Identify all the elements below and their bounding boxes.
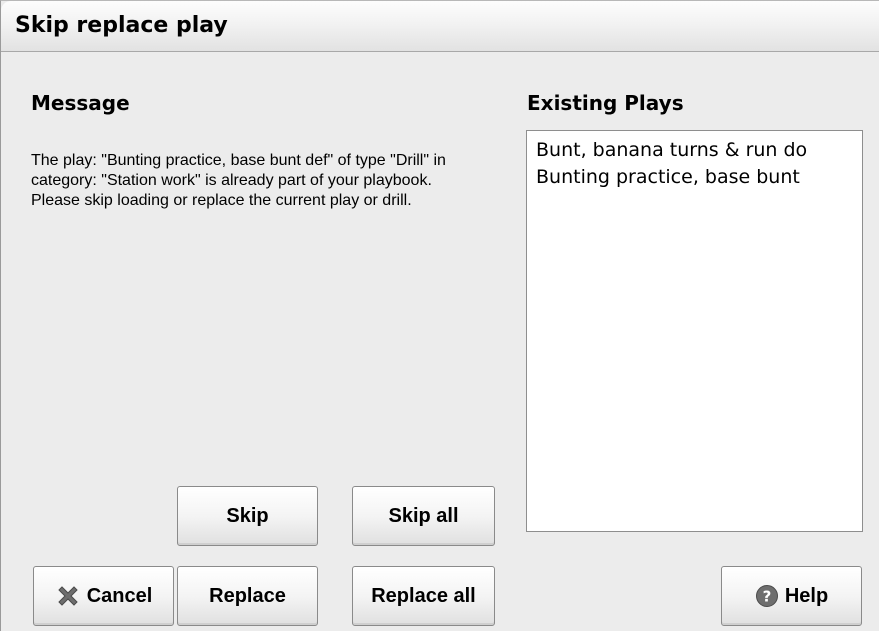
existing-plays-heading: Existing Plays: [527, 91, 684, 115]
cancel-button[interactable]: Cancel: [33, 566, 174, 626]
dialog-window: Skip replace play Message The play: "Bun…: [0, 0, 879, 631]
cancel-button-label: Cancel: [86, 584, 153, 607]
replace-all-button[interactable]: Replace all: [352, 566, 495, 626]
replace-button-label: Replace: [209, 584, 286, 607]
svg-text:?: ?: [762, 588, 771, 606]
skip-button-label: Skip: [226, 504, 269, 527]
skip-all-button[interactable]: Skip all: [352, 486, 495, 546]
message-heading: Message: [31, 91, 130, 115]
list-item[interactable]: Bunting practice, base bunt: [527, 164, 862, 191]
skip-button[interactable]: Skip: [177, 486, 318, 546]
help-button[interactable]: ? Help: [721, 566, 862, 626]
window-title: Skip replace play: [15, 13, 228, 38]
list-item[interactable]: Bunt, banana turns & run do: [527, 137, 862, 164]
close-x-icon: [55, 583, 81, 609]
question-circle-icon: ?: [755, 584, 779, 608]
replace-button[interactable]: Replace: [177, 566, 318, 626]
help-button-label: Help: [784, 584, 829, 607]
title-bar[interactable]: Skip replace play: [1, 1, 879, 52]
replace-all-button-label: Replace all: [371, 584, 476, 607]
skip-all-button-label: Skip all: [388, 504, 459, 527]
message-text: The play: "Bunting practice, base bunt d…: [31, 152, 446, 209]
existing-plays-list[interactable]: Bunt, banana turns & run do Bunting prac…: [526, 130, 863, 532]
